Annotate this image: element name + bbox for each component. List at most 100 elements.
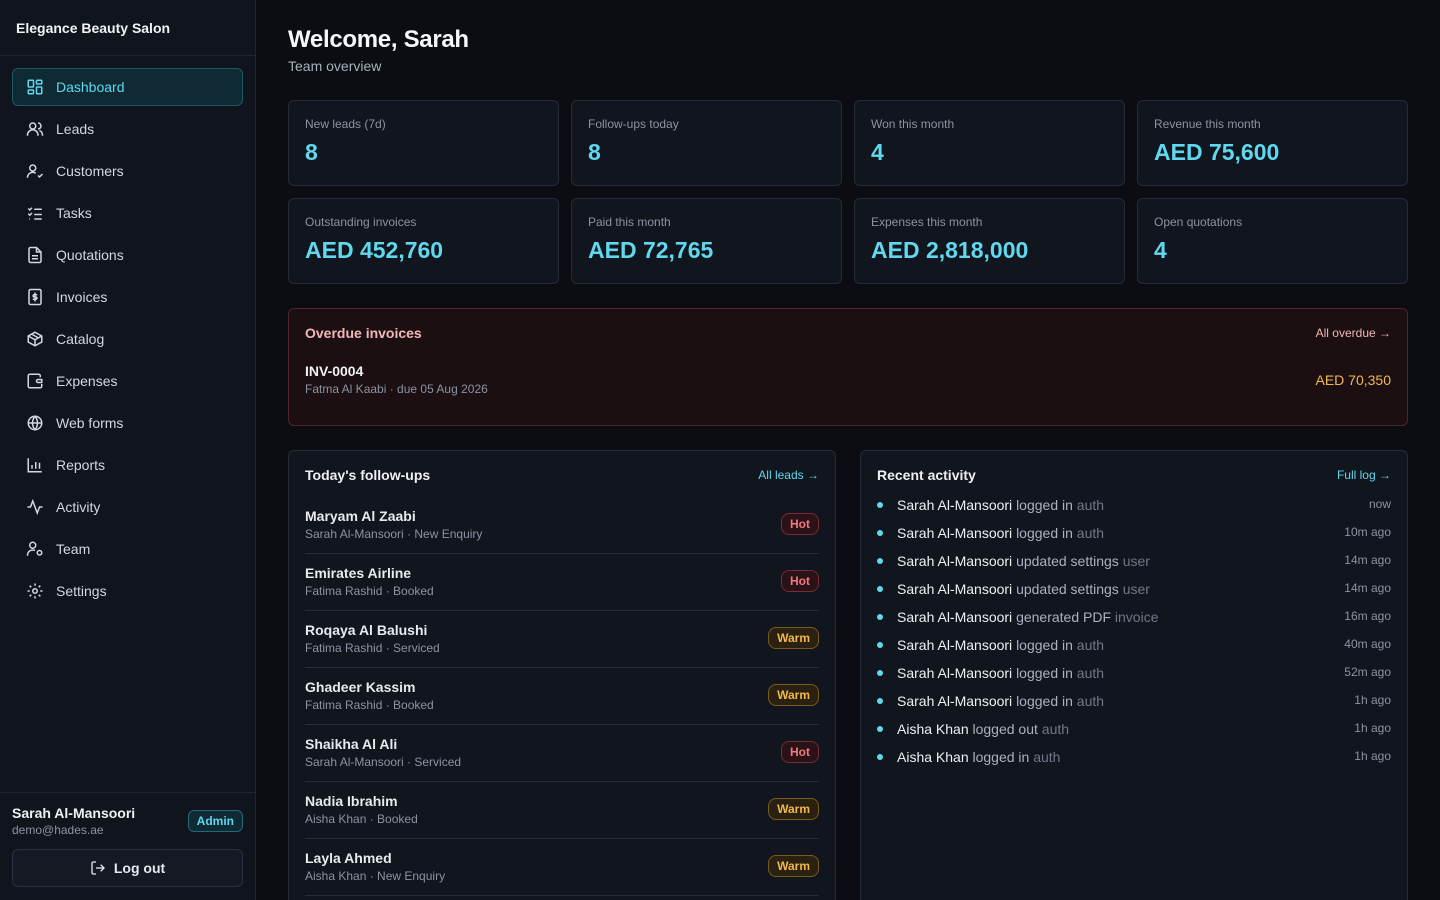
sidebar-item-reports[interactable]: Reports (12, 446, 243, 484)
lead-meta: Sarah Al-Mansoori · Serviced (305, 754, 462, 769)
activity-actor: Sarah Al-Mansoori (897, 553, 1013, 569)
wallet-icon (27, 373, 43, 389)
activity-dot (877, 530, 883, 536)
sidebar-item-label: Catalog (56, 331, 105, 347)
sidebar-item-catalog[interactable]: Catalog (12, 320, 243, 358)
all-overdue-link[interactable]: All overdue → (1316, 326, 1391, 340)
stat-card-new-leads[interactable]: New leads (7d) 8 (288, 100, 559, 186)
activity-target: user (1122, 581, 1150, 597)
activity-time: 1h ago (1354, 749, 1391, 763)
activity-time: 1h ago (1354, 693, 1391, 707)
role-badge: Admin (187, 810, 243, 832)
lead-name: Nadia Ibrahim (305, 792, 398, 809)
page-title: Welcome, Sarah (288, 26, 469, 53)
sidebar-item-quotations[interactable]: Quotations (12, 236, 243, 274)
lead-meta: Fatima Rashid · Booked (305, 697, 434, 712)
lead-name: Ghadeer Kassim (305, 678, 416, 695)
lead-meta: Fatima Rashid · Serviced (305, 640, 440, 655)
activity-verb: updated settings (1016, 581, 1119, 597)
sidebar-item-label: Customers (56, 163, 124, 179)
invoice-row[interactable]: INV-0004 Fatma Al Kaabi · due 05 Aug 202… (305, 363, 1391, 396)
list-item[interactable]: Shaikha Al Ali Sarah Al-Mansoori · Servic… (305, 725, 819, 782)
lead-meta: Fatima Rashid · Booked (305, 583, 434, 598)
stat-label: Won this month (871, 117, 955, 131)
recent-activity-panel: Recent activity Full log → Sarah Al-Mans… (860, 450, 1408, 900)
full-log-link[interactable]: Full log → (1337, 468, 1391, 482)
activity-target: auth (1076, 637, 1105, 653)
page-subtitle: Team overview (288, 58, 382, 74)
activity-actor: Sarah Al-Mansoori (897, 637, 1013, 653)
stat-card-paid[interactable]: Paid this month AED 72,765 (571, 198, 842, 284)
stat-card-follow-ups[interactable]: Follow-ups today 8 (571, 100, 842, 186)
list-item[interactable]: Nadia Ibrahim Aisha Khan · Booked Warm (305, 782, 819, 839)
stat-card-expenses[interactable]: Expenses this month AED 2,818,000 (854, 198, 1125, 284)
activity-target: auth (1076, 497, 1105, 513)
activity-actor: Aisha Khan (897, 749, 969, 765)
activity-time: 16m ago (1344, 609, 1391, 623)
stat-card-quotations[interactable]: Open quotations 4 (1137, 198, 1408, 284)
activity-time: 1h ago (1354, 721, 1391, 735)
stat-card-won[interactable]: Won this month 4 (854, 100, 1125, 186)
sidebar-item-settings[interactable]: Settings (12, 572, 243, 610)
activity-time: 14m ago (1344, 581, 1391, 595)
file-text-icon (28, 246, 42, 264)
sidebar-footer: Sarah Al-Mansoori demo@hades.ae Admin Lo… (0, 792, 255, 900)
lead-meta: Aisha Khan · Booked (305, 811, 418, 826)
user-email: demo@hades.ae (12, 823, 104, 837)
dollar-file-icon (28, 288, 42, 306)
list-item[interactable]: Maryam Al Zaabi Sarah Al-Mansoori · New E… (305, 497, 819, 554)
stat-label: New leads (7d) (305, 117, 386, 131)
activity-dot (877, 614, 883, 620)
list-item[interactable]: Layla Ahmed Aisha Khan · New Enquiry Warm (305, 839, 819, 896)
sidebar-item-team[interactable]: Team (12, 530, 243, 568)
priority-badge: Hot (781, 513, 819, 535)
activity-time: now (1368, 497, 1391, 511)
list-item[interactable]: Ghadeer Kassim Fatima Rashid · Booked War… (305, 668, 819, 725)
list-item[interactable]: Roqaya Al Balushi Fatima Rashid · Service… (305, 611, 819, 668)
lead-name: Layla Ahmed (305, 849, 392, 866)
sidebar-item-tasks[interactable]: Tasks (12, 194, 243, 232)
sidebar-item-activity[interactable]: Activity (12, 488, 243, 526)
lead-name: Maryam Al Zaabi (305, 507, 416, 524)
activity-item: Aisha Khan logged in auth 1h ago (877, 749, 1391, 777)
sidebar-item-label: Leads (56, 121, 95, 137)
lead-name: Roqaya Al Balushi (305, 621, 428, 638)
stat-card-outstanding[interactable]: Outstanding invoices AED 452,760 (288, 198, 559, 284)
activity-actor: Sarah Al-Mansoori (897, 525, 1013, 541)
list-checks-icon (27, 207, 42, 220)
sidebar-item-leads[interactable]: Leads (12, 110, 243, 148)
activity-item: Sarah Al-Mansoori logged in auth 10m ago (877, 525, 1391, 553)
dashboard-icon (27, 79, 43, 95)
activity-verb: logged in (1016, 497, 1073, 513)
brand-name[interactable]: Elegance Beauty Salon (0, 0, 255, 56)
sidebar-item-dashboard[interactable]: Dashboard (12, 68, 243, 106)
activity-dot (877, 502, 883, 508)
stat-card-revenue[interactable]: Revenue this month AED 75,600 (1137, 100, 1408, 186)
list-item[interactable]: Emirates Airline Fatima Rashid · Booked H… (305, 554, 819, 611)
activity-time: 10m ago (1344, 525, 1391, 539)
activity-dot (877, 726, 883, 732)
stat-value: 8 (588, 139, 601, 165)
sidebar-item-customers[interactable]: Customers (12, 152, 243, 190)
sidebar: Elegance Beauty Salon Dashboard Leads Cu… (0, 0, 256, 900)
activity-target: invoice (1114, 609, 1159, 625)
sidebar-item-invoices[interactable]: Invoices (12, 278, 243, 316)
activity-verb: logged in (972, 749, 1030, 765)
lead-meta: Sarah Al-Mansoori · New Enquiry (305, 526, 483, 541)
priority-badge: Warm (768, 798, 819, 820)
globe-icon (27, 415, 43, 431)
priority-badge: Hot (781, 570, 819, 592)
priority-badge: Warm (768, 627, 819, 649)
invoice-amount: AED 70,350 (1315, 371, 1392, 388)
logout-button[interactable]: Log out (12, 849, 243, 887)
stat-value: AED 72,765 (588, 237, 714, 263)
activity-actor: Sarah Al-Mansoori (897, 693, 1013, 709)
stat-label: Paid this month (588, 215, 671, 229)
sidebar-item-web-forms[interactable]: Web forms (12, 404, 243, 442)
all-leads-link[interactable]: All leads → (758, 468, 819, 482)
user-name: Sarah Al-Mansoori (12, 805, 136, 821)
activity-dot (877, 586, 883, 592)
invoice-number: INV-0004 (305, 363, 364, 379)
sidebar-item-expenses[interactable]: Expenses (12, 362, 243, 400)
activity-title: Recent activity (877, 467, 976, 483)
